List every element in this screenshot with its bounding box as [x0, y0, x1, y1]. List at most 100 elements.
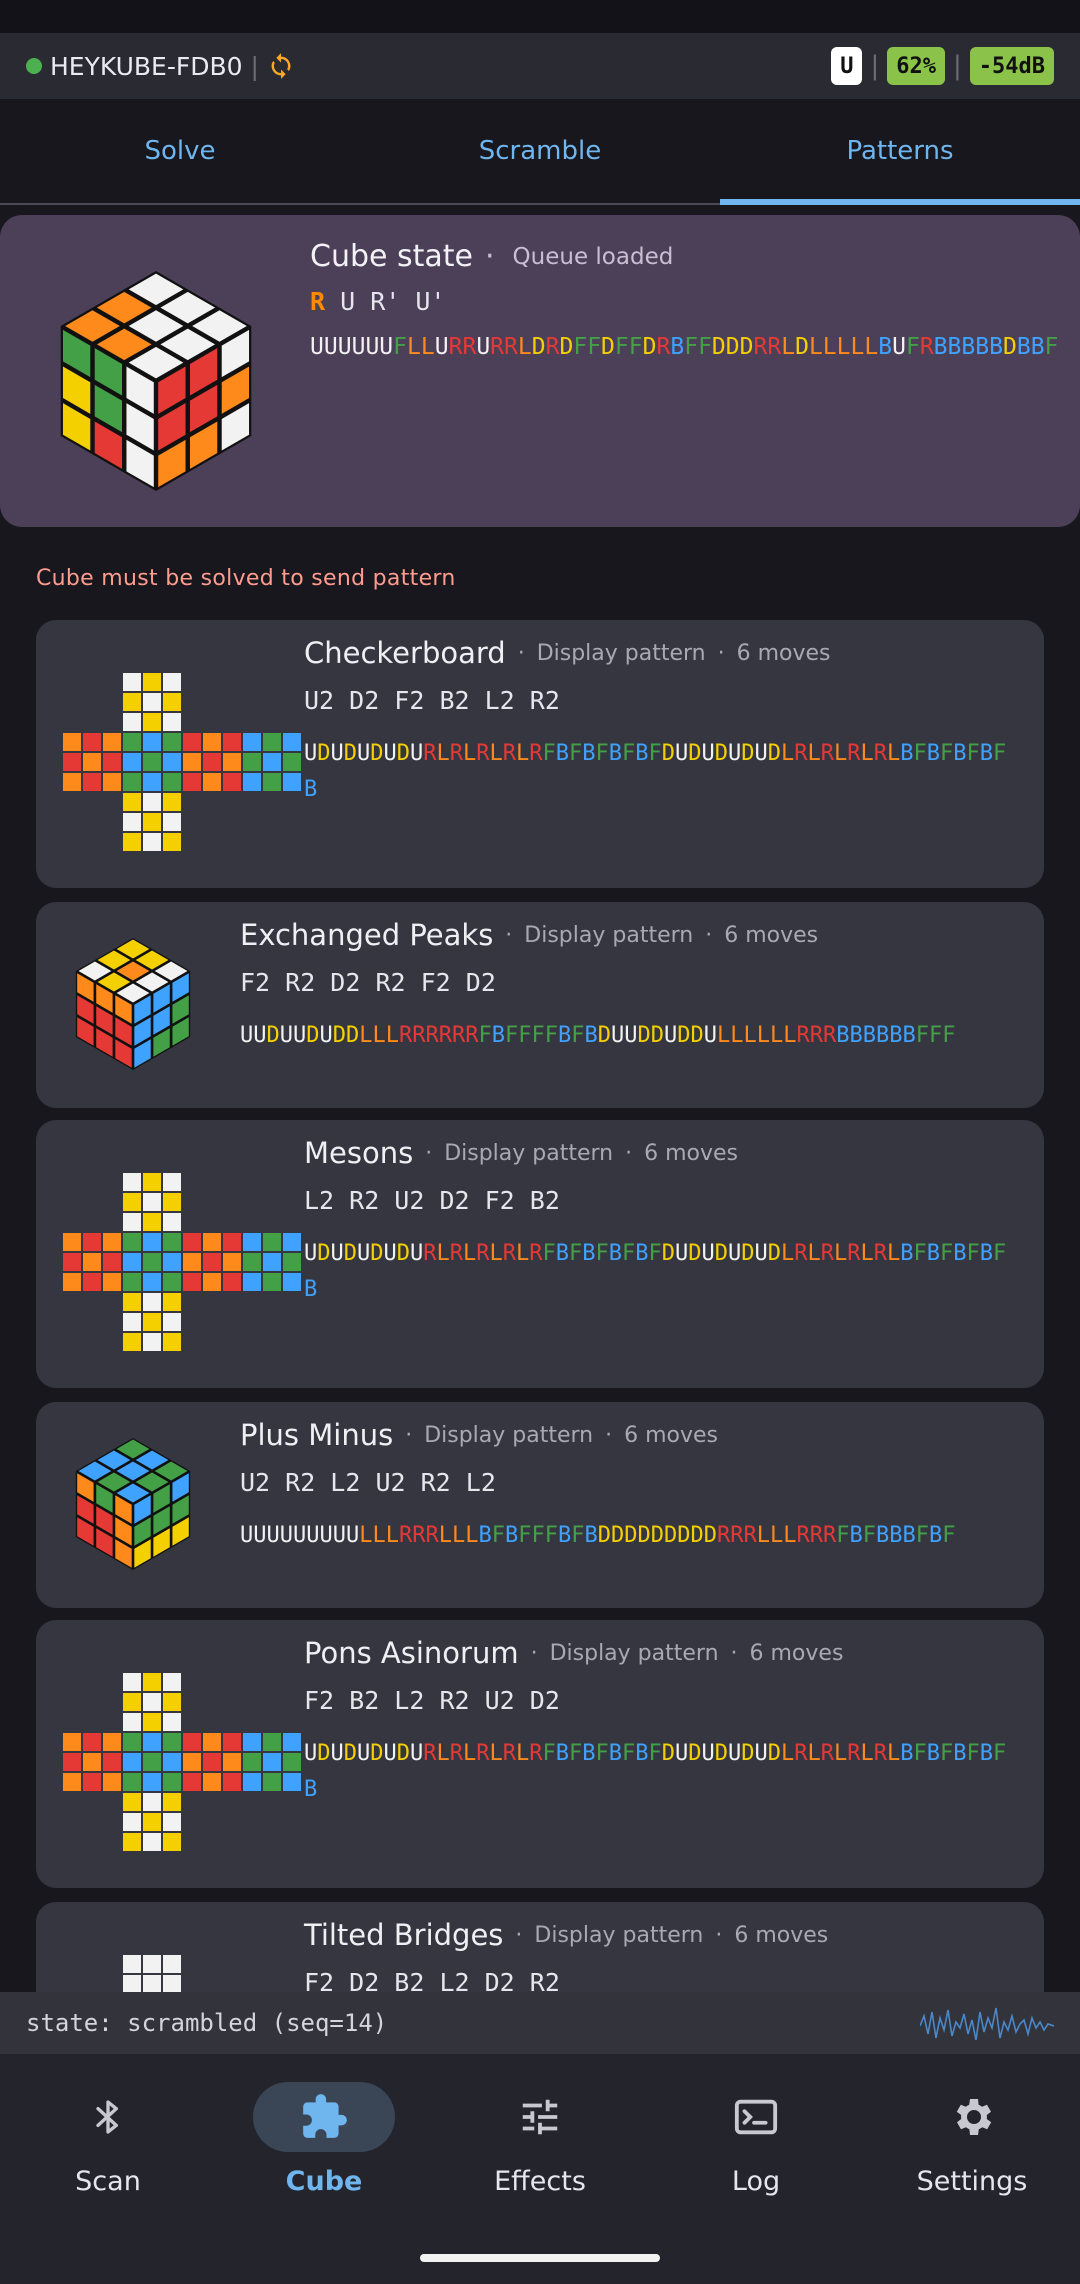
pattern-list[interactable]: Checkerboard · Display pattern · 6 moves U2 D… — [36, 620, 1044, 1992]
nav-log[interactable]: Log — [648, 2082, 864, 2232]
sticker — [163, 733, 181, 751]
pattern-moves: U2 R2 L2 U2 R2 L2 — [240, 1468, 496, 1497]
sticker — [123, 813, 141, 831]
pattern-title: Checkerboard · Display pattern · 6 moves — [304, 636, 831, 670]
sticker — [143, 1713, 161, 1731]
pattern-thumbnail — [62, 672, 304, 858]
pattern-move-count: 6 moves — [749, 1640, 844, 1666]
sticker — [143, 1813, 161, 1831]
pattern-moves: U2 D2 F2 B2 L2 R2 — [304, 686, 560, 715]
tab-scramble[interactable]: Scramble — [360, 99, 720, 203]
signal-badge: -54dB — [969, 47, 1054, 85]
sticker — [143, 1293, 161, 1311]
pattern-card[interactable]: Checkerboard · Display pattern · 6 moves U2 D… — [36, 620, 1044, 888]
sticker — [163, 813, 181, 831]
terminal-icon — [734, 2099, 778, 2135]
battery-badge: 62% — [887, 47, 945, 85]
nav-effects[interactable]: Effects — [432, 2082, 648, 2232]
sticker — [263, 1273, 281, 1291]
title-dot: · — [605, 1422, 613, 1448]
sticker — [183, 1253, 201, 1271]
sticker — [83, 733, 101, 751]
pattern-moves: F2 B2 L2 R2 U2 D2 — [304, 1686, 560, 1715]
home-indicator[interactable] — [420, 2254, 660, 2262]
tab-solve[interactable]: Solve — [0, 99, 360, 203]
sticker — [83, 1233, 101, 1251]
title-dot: · — [717, 640, 725, 666]
sticker — [183, 773, 201, 791]
pattern-net-icon — [123, 1955, 181, 1992]
sticker — [163, 1813, 181, 1831]
sticker — [143, 673, 161, 691]
sticker — [103, 1773, 121, 1791]
sticker — [143, 793, 161, 811]
sticker — [183, 1233, 201, 1251]
title-dot: · — [705, 922, 713, 948]
sticker — [263, 1253, 281, 1271]
sticker — [223, 1773, 241, 1791]
pattern-name: Mesons — [304, 1136, 414, 1170]
nav-settings-label: Settings — [916, 2166, 1028, 2197]
header-separator: | — [953, 51, 962, 81]
sticker — [123, 1733, 141, 1751]
pattern-card[interactable]: Pons Asinorum · Display pattern · 6 moves F2 … — [36, 1620, 1044, 1888]
gear-icon — [956, 2099, 992, 2135]
sticker — [83, 1773, 101, 1791]
pattern-thumbnail — [58, 932, 208, 1086]
sticker — [123, 1833, 141, 1851]
sync-icon[interactable] — [267, 52, 295, 80]
pattern-type: Display pattern — [534, 1922, 704, 1948]
sticker — [123, 793, 141, 811]
nav-scan-label: Scan — [75, 2166, 141, 2197]
sticker — [63, 1273, 81, 1291]
sticker — [183, 1753, 201, 1771]
sticker — [263, 1233, 281, 1251]
sticker — [63, 1733, 81, 1751]
pattern-card[interactable]: Plus Minus · Display pattern · 6 moves U2 R2 … — [36, 1402, 1044, 1608]
sticker — [103, 1233, 121, 1251]
title-dot: · — [730, 1640, 738, 1666]
sticker — [283, 753, 301, 771]
sticker — [243, 753, 261, 771]
nav-effects-icon-wrap — [469, 2082, 611, 2152]
sticker — [143, 1975, 161, 1992]
pattern-name: Tilted Bridges — [304, 1918, 504, 1952]
sticker — [123, 1273, 141, 1291]
sticker — [283, 1773, 301, 1791]
title-dot: · — [517, 640, 525, 666]
pattern-moves: F2 R2 D2 R2 F2 D2 — [240, 968, 496, 997]
sticker — [83, 1253, 101, 1271]
sticker — [83, 1273, 101, 1291]
pattern-card[interactable]: Exchanged Peaks · Display pattern · 6 moves F… — [36, 902, 1044, 1108]
sticker — [203, 1753, 221, 1771]
sticker — [163, 1733, 181, 1751]
pattern-type: Display pattern — [536, 640, 706, 666]
sticker — [183, 753, 201, 771]
pattern-name: Plus Minus — [240, 1418, 394, 1452]
nav-settings[interactable]: Settings — [864, 2082, 1080, 2232]
sticker — [243, 1773, 261, 1791]
sticker — [203, 753, 221, 771]
sticker — [163, 1313, 181, 1331]
tab-patterns[interactable]: Patterns — [720, 99, 1080, 205]
pattern-type: Display pattern — [549, 1640, 719, 1666]
sticker — [143, 1733, 161, 1751]
sticker — [123, 1253, 141, 1271]
nav-cube[interactable]: Cube — [216, 2082, 432, 2232]
pattern-title: Pons Asinorum · Display pattern · 6 moves — [304, 1636, 843, 1670]
console-bar: state: scrambled (seq=14) — [0, 1992, 1080, 2054]
sticker — [123, 1713, 141, 1731]
solve-warning: Cube must be solved to send pattern — [36, 566, 456, 591]
pattern-card[interactable]: Tilted Bridges · Display pattern · 6 moves F2… — [36, 1902, 1044, 1992]
pattern-card[interactable]: Mesons · Display pattern · 6 moves L2 R2 U2 D… — [36, 1120, 1044, 1388]
sticker — [263, 773, 281, 791]
cube-state-title: Cube state · Queue loaded — [310, 239, 673, 274]
header-separator: | — [870, 51, 880, 81]
sticker — [143, 1773, 161, 1791]
sticker — [143, 1213, 161, 1231]
pattern-title: Mesons · Display pattern · 6 moves — [304, 1136, 738, 1170]
sticker — [223, 773, 241, 791]
sticker — [203, 1773, 221, 1791]
nav-cube-label: Cube — [285, 2166, 363, 2197]
nav-scan[interactable]: Scan — [0, 2082, 216, 2232]
